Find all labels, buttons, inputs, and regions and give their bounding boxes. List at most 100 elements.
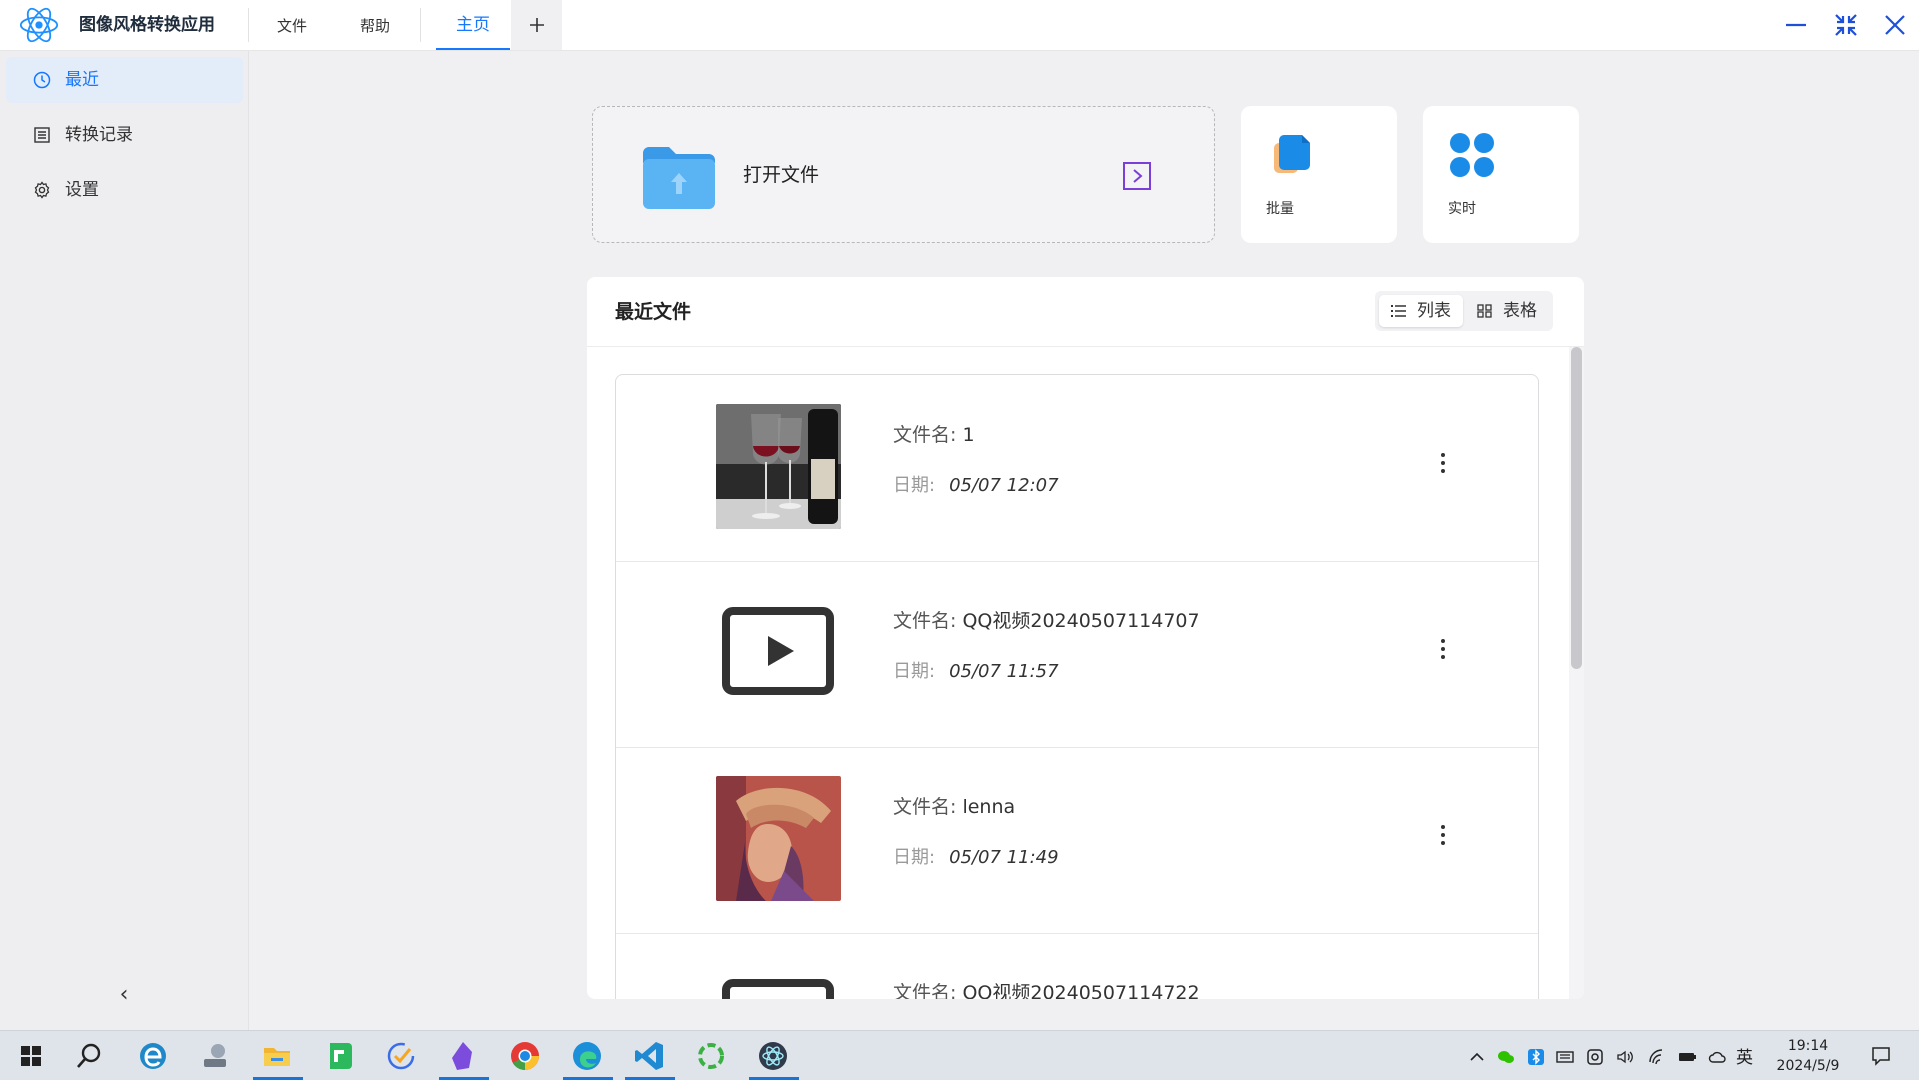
search-icon[interactable] bbox=[72, 1039, 106, 1073]
file-name: 文件名: lenna bbox=[893, 792, 1015, 819]
list-item[interactable]: 文件名: QQ视频20240507114707 日期: 05/07 11:57 bbox=[616, 561, 1538, 748]
cloud-icon[interactable] bbox=[1708, 1048, 1726, 1066]
file-name-label: 文件名: bbox=[893, 424, 963, 446]
list-item[interactable]: 文件名: QQ视频20240507114722 bbox=[616, 933, 1538, 999]
arrow-right-box-icon bbox=[1123, 162, 1151, 190]
more-options-icon[interactable] bbox=[1438, 825, 1448, 849]
menu-file[interactable]: 文件 bbox=[277, 0, 307, 52]
taskbar: 英 19:14 2024/5/9 bbox=[0, 1030, 1919, 1080]
windows-start-icon[interactable] bbox=[14, 1039, 48, 1073]
file-name-value: QQ视频20240507114722 bbox=[962, 982, 1200, 999]
todo-check-icon[interactable] bbox=[384, 1039, 418, 1073]
grid-view-icon bbox=[1477, 304, 1492, 318]
list-item[interactable]: 文件名: 1 日期: 05/07 12:07 bbox=[616, 375, 1538, 562]
clock-icon bbox=[33, 71, 51, 89]
list-icon bbox=[34, 127, 50, 143]
view-grid-button[interactable]: 表格 bbox=[1465, 295, 1549, 327]
portrait-photo-thumbnail bbox=[716, 776, 841, 901]
file-name-value: lenna bbox=[962, 796, 1016, 818]
network-drive-icon[interactable] bbox=[198, 1039, 232, 1073]
list-item[interactable]: 文件名: lenna 日期: 05/07 11:49 bbox=[616, 747, 1538, 934]
wifi-icon[interactable] bbox=[1648, 1048, 1666, 1066]
close-icon[interactable] bbox=[1880, 10, 1910, 40]
file-name: 文件名: QQ视频20240507114722 bbox=[893, 978, 1200, 999]
vscode-icon[interactable] bbox=[632, 1039, 666, 1073]
notification-icon[interactable] bbox=[1870, 1045, 1892, 1067]
clock-date: 2024/5/9 bbox=[1776, 1058, 1840, 1074]
sidebar-item-settings[interactable]: 设置 bbox=[6, 167, 243, 213]
obsidian-icon[interactable] bbox=[446, 1039, 480, 1073]
open-file-card[interactable]: 打开文件 bbox=[592, 106, 1215, 243]
sidebar: 最近 转换记录 设置 ‹ bbox=[0, 51, 249, 1030]
view-list-button[interactable]: 列表 bbox=[1379, 295, 1463, 327]
menu-help[interactable]: 帮助 bbox=[360, 0, 390, 52]
view-switch: 列表 表格 bbox=[1375, 291, 1553, 331]
recent-files-panel: 最近文件 列表 表格 文件名: 1 日期: 05/07 12:07 文件名: Q… bbox=[587, 277, 1584, 999]
file-date-label: 日期: bbox=[893, 475, 936, 496]
file-date-label: 日期: bbox=[893, 661, 936, 682]
collapse-sidebar-button[interactable]: ‹ bbox=[112, 983, 136, 1007]
ime-indicator[interactable]: 英 bbox=[1736, 1043, 1753, 1068]
divider bbox=[420, 8, 421, 42]
tab-home[interactable]: 主页 bbox=[436, 0, 510, 50]
gear-icon bbox=[34, 181, 50, 199]
vpn-shield-icon[interactable] bbox=[1586, 1048, 1604, 1066]
chrome-icon[interactable] bbox=[508, 1039, 542, 1073]
folder-upload-icon bbox=[643, 147, 715, 209]
file-name-label: 文件名: bbox=[893, 796, 963, 818]
file-name-value: QQ视频20240507114707 bbox=[962, 610, 1200, 632]
file-name-value: 1 bbox=[962, 424, 975, 446]
file-explorer-icon[interactable] bbox=[260, 1039, 294, 1073]
file-date: 日期: 05/07 11:49 bbox=[893, 843, 1059, 869]
wps-spreadsheet-icon[interactable] bbox=[322, 1039, 356, 1073]
minimize-icon[interactable] bbox=[1781, 10, 1811, 40]
keyboard-icon[interactable] bbox=[1556, 1048, 1574, 1066]
file-date-value: 05/07 11:49 bbox=[949, 847, 1059, 868]
view-list-label: 列表 bbox=[1417, 301, 1451, 321]
file-date: 日期: 05/07 12:07 bbox=[893, 471, 1059, 497]
restore-icon[interactable] bbox=[1831, 10, 1861, 40]
bluetooth-icon[interactable] bbox=[1527, 1048, 1545, 1066]
sidebar-item-recent[interactable]: 最近 bbox=[6, 57, 243, 103]
list-view-icon bbox=[1391, 305, 1406, 317]
more-options-icon[interactable] bbox=[1438, 639, 1448, 663]
sidebar-item-label: 转换记录 bbox=[65, 125, 133, 145]
file-name-label: 文件名: bbox=[893, 982, 963, 999]
video-file-icon bbox=[722, 979, 834, 999]
video-file-icon bbox=[722, 607, 834, 695]
battery-icon[interactable] bbox=[1678, 1048, 1696, 1066]
wine-photo-thumbnail bbox=[716, 404, 841, 529]
chevron-up-icon[interactable] bbox=[1468, 1048, 1486, 1066]
divider bbox=[248, 8, 249, 42]
wechat-icon[interactable] bbox=[1497, 1048, 1515, 1066]
batch-label: 批量 bbox=[1266, 201, 1294, 217]
file-list: 文件名: 1 日期: 05/07 12:07 文件名: QQ视频202405071… bbox=[615, 374, 1539, 999]
sidebar-item-label: 设置 bbox=[65, 180, 99, 200]
title-bar: 图像风格转换应用 文件 帮助 主页 bbox=[0, 0, 1919, 51]
more-options-icon[interactable] bbox=[1438, 453, 1448, 477]
ie-browser-icon[interactable] bbox=[136, 1039, 170, 1073]
file-date-label: 日期: bbox=[893, 847, 936, 868]
sync-app-icon[interactable] bbox=[694, 1039, 728, 1073]
edge-browser-icon[interactable] bbox=[570, 1039, 604, 1073]
view-grid-label: 表格 bbox=[1503, 301, 1537, 321]
divider bbox=[587, 346, 1584, 347]
file-name: 文件名: QQ视频20240507114707 bbox=[893, 606, 1200, 633]
add-tab-button[interactable] bbox=[511, 0, 562, 50]
volume-icon[interactable] bbox=[1616, 1048, 1634, 1066]
sidebar-item-label: 最近 bbox=[65, 70, 99, 90]
realtime-label: 实时 bbox=[1448, 201, 1476, 217]
sidebar-item-history[interactable]: 转换记录 bbox=[6, 112, 243, 158]
clock[interactable]: 19:14 2024/5/9 bbox=[1776, 1036, 1840, 1076]
scrollbar-thumb[interactable] bbox=[1571, 347, 1582, 669]
file-date-value: 05/07 11:57 bbox=[949, 661, 1059, 682]
realtime-card[interactable]: 实时 bbox=[1423, 106, 1579, 243]
recent-files-title: 最近文件 bbox=[615, 301, 692, 323]
file-date-value: 05/07 12:07 bbox=[949, 475, 1059, 496]
clock-time: 19:14 bbox=[1787, 1038, 1829, 1054]
batch-card[interactable]: 批量 bbox=[1241, 106, 1397, 243]
file-name: 文件名: 1 bbox=[893, 420, 975, 447]
open-file-label: 打开文件 bbox=[743, 164, 820, 186]
electron-app-icon[interactable] bbox=[756, 1039, 790, 1073]
batch-files-icon bbox=[1274, 135, 1310, 173]
